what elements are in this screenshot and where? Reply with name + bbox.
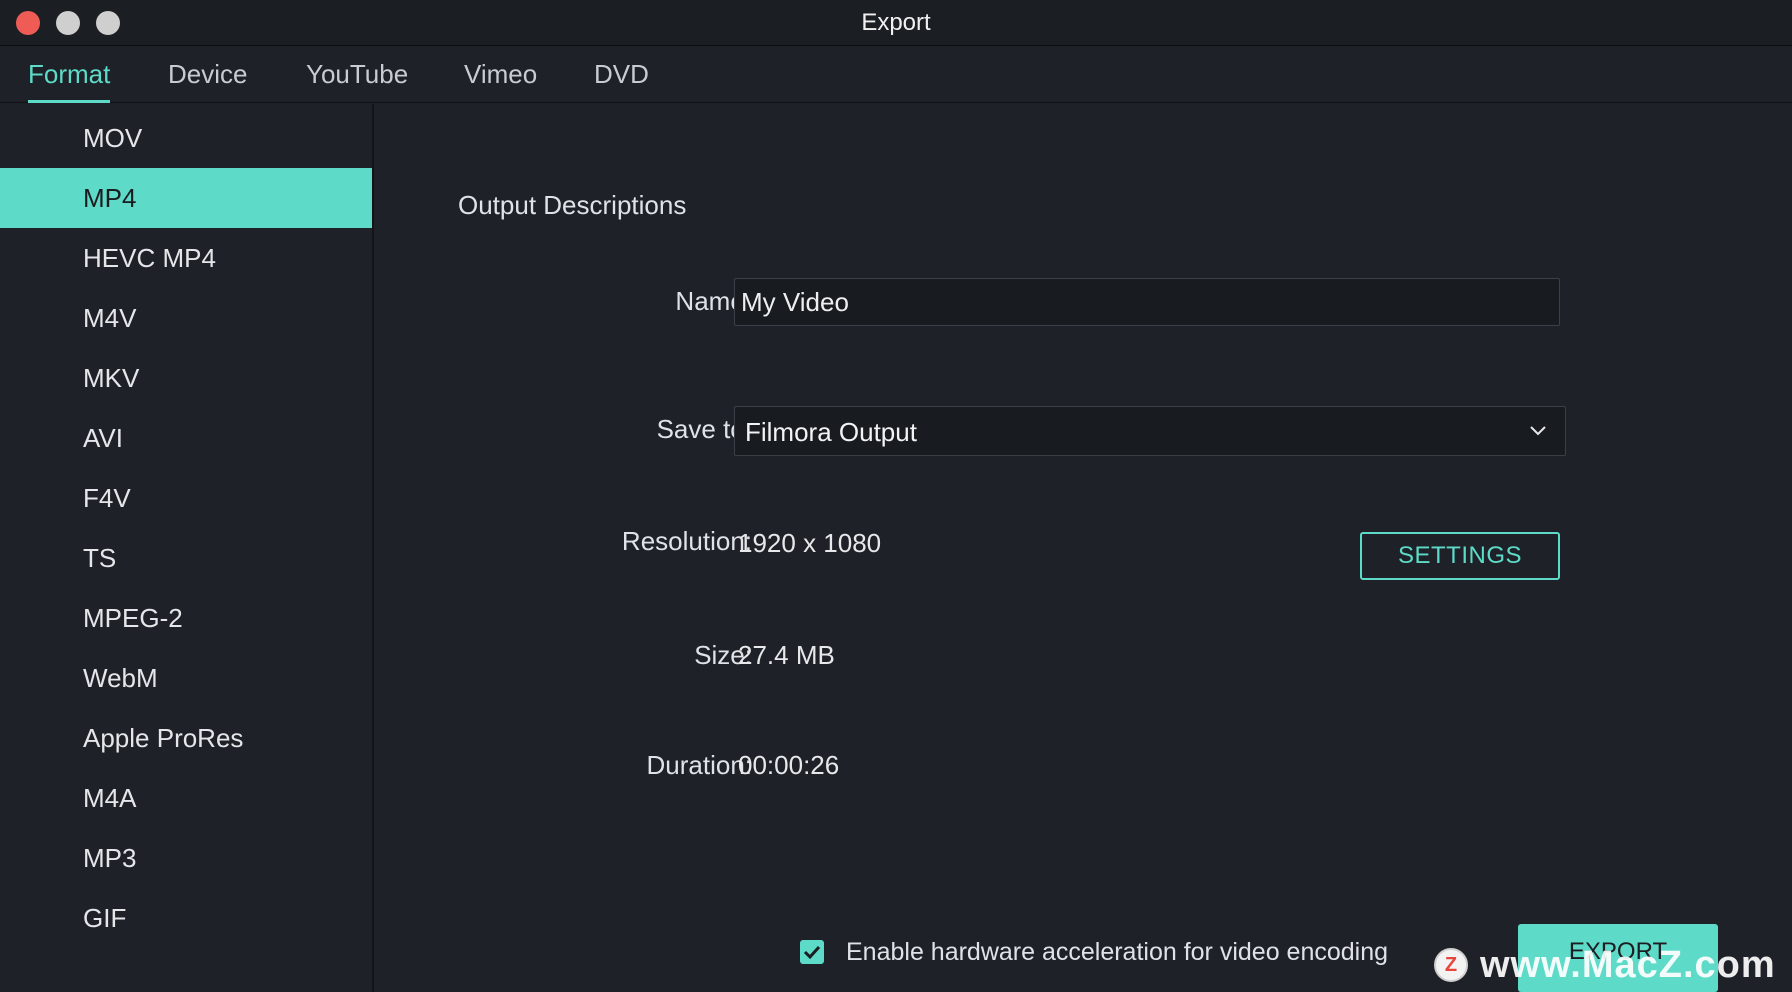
name-input[interactable] <box>734 278 1560 326</box>
save-to-dropdown[interactable]: Filmora Output <box>734 406 1566 456</box>
watermark-logo-letter: Z <box>1444 954 1458 976</box>
settings-button[interactable]: SETTINGS <box>1360 532 1560 580</box>
chevron-down-icon <box>1530 426 1546 436</box>
duration-value: 00:00:26 <box>738 750 840 780</box>
tab-device[interactable]: Device <box>168 46 247 103</box>
watermark-text: www.MacZ.com <box>1480 944 1776 986</box>
format-list: MOV MP4 HEVC MP4 M4V MKV AVI F4V TS MPEG… <box>0 104 374 992</box>
format-item-m4a[interactable]: M4A <box>0 768 372 828</box>
resolution-value: 1920 x 1080 <box>738 528 882 558</box>
tab-format[interactable]: Format <box>28 46 111 103</box>
format-item-hevc-mp4[interactable]: HEVC MP4 <box>0 228 372 288</box>
duration-label: Duration: <box>646 750 753 780</box>
hw-accel-checkbox[interactable] <box>800 940 824 964</box>
window-title: Export <box>861 9 931 36</box>
tab-youtube[interactable]: YouTube <box>306 46 408 103</box>
export-window: Export Format Device YouTube Vimeo DVD M… <box>0 0 1792 992</box>
format-item-f4v[interactable]: F4V <box>0 468 372 528</box>
save-to-label: Save to: <box>656 414 752 444</box>
resolution-label: Resolution: <box>621 526 752 556</box>
name-label: Name: <box>675 286 752 316</box>
tab-vimeo[interactable]: Vimeo <box>464 46 537 103</box>
format-item-mp4[interactable]: MP4 <box>0 168 372 228</box>
section-title: Output Descriptions <box>458 190 687 220</box>
checkmark-icon <box>803 945 821 960</box>
format-item-mov[interactable]: MOV <box>0 108 372 168</box>
format-item-mpeg-2[interactable]: MPEG-2 <box>0 588 372 648</box>
format-item-m4v[interactable]: M4V <box>0 288 372 348</box>
format-item-apple-prores[interactable]: Apple ProRes <box>0 708 372 768</box>
format-item-mp3[interactable]: MP3 <box>0 828 372 888</box>
format-item-avi[interactable]: AVI <box>0 408 372 468</box>
size-label: Size: <box>694 640 752 670</box>
format-item-ts[interactable]: TS <box>0 528 372 588</box>
format-item-webm[interactable]: WebM <box>0 648 372 708</box>
format-item-gif[interactable]: GIF <box>0 888 372 948</box>
tab-bar: Format Device YouTube Vimeo DVD <box>0 46 1792 103</box>
save-to-value: Filmora Output <box>745 417 917 447</box>
watermark-logo-icon: Z <box>1434 948 1468 982</box>
size-value: 27.4 MB <box>738 640 835 670</box>
format-item-mkv[interactable]: MKV <box>0 348 372 408</box>
hw-accel-label[interactable]: Enable hardware acceleration for video e… <box>846 938 1388 967</box>
output-panel: Output Descriptions Name: Save to: Filmo… <box>376 104 1792 992</box>
tab-dvd[interactable]: DVD <box>594 46 649 103</box>
title-bar: Export <box>0 0 1792 46</box>
